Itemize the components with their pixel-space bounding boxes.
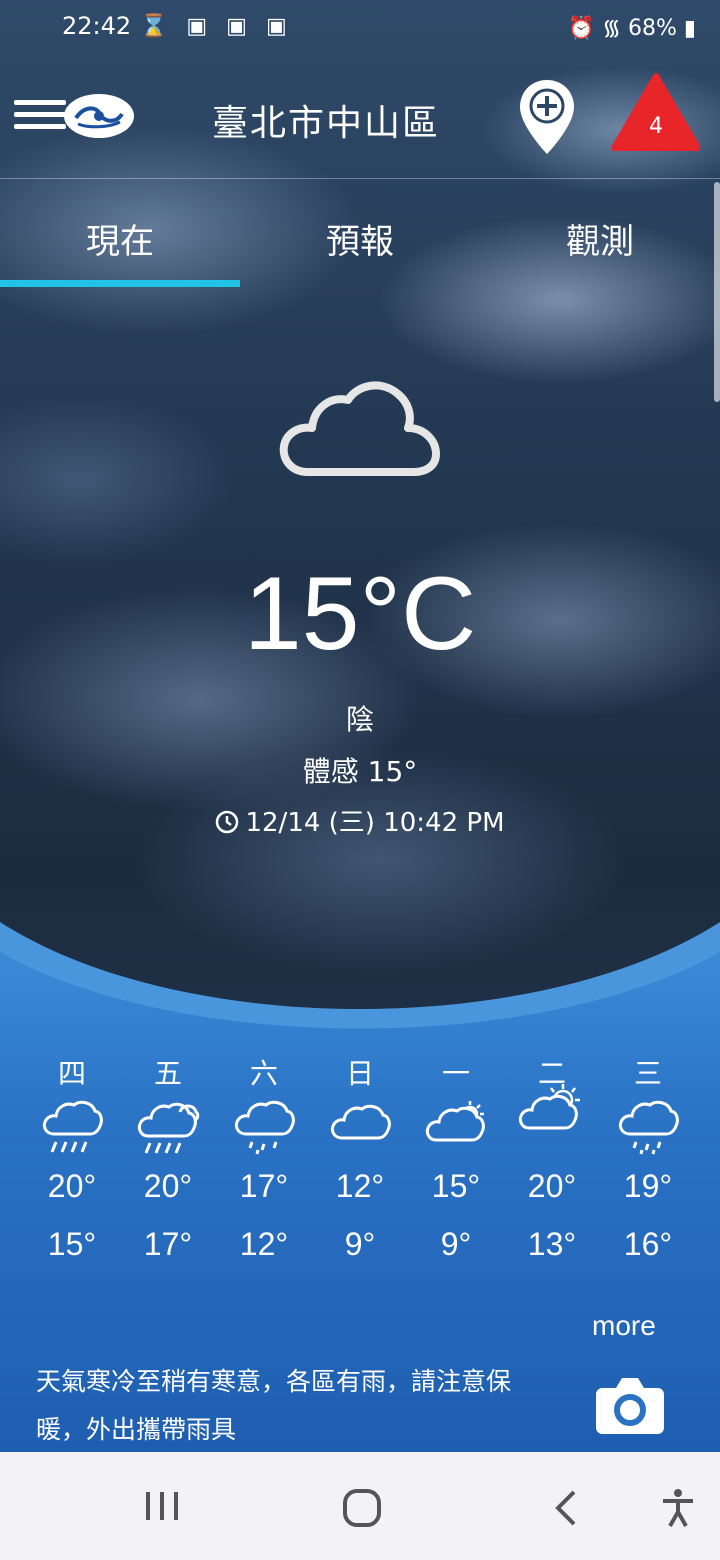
status-right-icons: ⏰ ᯾ 68% ▮ — [568, 12, 696, 42]
home-icon[interactable] — [342, 1488, 382, 1532]
status-time: 22:42 — [62, 12, 132, 40]
high-temp: 15° — [431, 1168, 481, 1204]
partly-sunny-icon — [504, 1084, 600, 1168]
day-name: 三 — [633, 1057, 662, 1090]
updated-time-text: 12/14 (三) 10:42 PM — [245, 808, 505, 838]
system-navigation-bar — [0, 1452, 720, 1560]
camera-icon[interactable] — [596, 1374, 664, 1434]
accessibility-icon[interactable] — [660, 1488, 696, 1532]
day-name: 日 — [345, 1057, 374, 1090]
more-link[interactable]: more — [592, 1310, 656, 1342]
cloud-icon — [312, 1098, 408, 1168]
status-notification-icons: ⌛ ▣ ▣ ▣ — [140, 14, 293, 39]
battery-label: 68% — [627, 16, 677, 41]
back-icon[interactable] — [550, 1488, 580, 1532]
light-rain-icon — [600, 1098, 696, 1168]
high-temp: 17° — [239, 1168, 289, 1204]
forecast-day[interactable]: 四 20° 15° — [24, 1052, 120, 1284]
alarm-icon: ⏰ — [567, 16, 596, 41]
low-temp: 15° — [47, 1226, 97, 1262]
recent-apps-icon[interactable] — [144, 1488, 180, 1528]
forecast-day[interactable]: 日 12° 9° — [312, 1052, 408, 1284]
low-temp: 12° — [239, 1226, 289, 1262]
rain-icon — [24, 1098, 120, 1168]
weather-summary: 天氣寒冷至稍有寒意，各區有雨，請注意保暖，外出攜帶雨具 — [36, 1367, 512, 1444]
battery-icon: ▮ — [683, 16, 696, 41]
light-rain-icon — [216, 1098, 312, 1168]
forecast-day[interactable]: 六 17° 12° — [216, 1052, 312, 1284]
app-header: 臺北市中山區 4 — [0, 56, 720, 179]
rain-cloud-icon — [120, 1098, 216, 1168]
tab-forecast[interactable]: 預報 — [240, 214, 480, 263]
forecast-day[interactable]: 一 15° 9° — [408, 1052, 504, 1284]
status-bar: 22:42 ⌛ ▣ ▣ ▣ ⏰ ᯾ 68% ▮ — [0, 0, 720, 56]
high-temp: 19° — [623, 1168, 673, 1204]
feels-like: 體感 15° — [302, 755, 418, 788]
day-name: 五 — [153, 1057, 182, 1090]
updated-time: 12/14 (三) 10:42 PM — [0, 802, 720, 841]
cwb-logo[interactable] — [64, 94, 134, 138]
high-temp: 20° — [47, 1168, 97, 1204]
high-temp: 20° — [143, 1168, 193, 1204]
current-temperature: 15°C — [243, 556, 477, 672]
low-temp: 9° — [344, 1226, 376, 1262]
add-location-icon[interactable] — [516, 76, 578, 158]
day-name: 一 — [441, 1057, 470, 1090]
low-temp: 17° — [143, 1226, 193, 1262]
menu-icon[interactable] — [14, 100, 66, 134]
high-temp: 12° — [335, 1168, 385, 1204]
forecast-day[interactable]: 三 19° 16° — [600, 1052, 696, 1284]
alert-badge[interactable]: 4 — [611, 72, 701, 152]
day-name: 六 — [249, 1057, 278, 1090]
tab-bar: 現在 預報 觀測 — [0, 180, 720, 290]
partly-cloudy-icon — [408, 1098, 504, 1168]
tab-observation[interactable]: 觀測 — [480, 214, 720, 263]
forecast-day[interactable]: 二 20° 13° — [504, 1052, 600, 1284]
location-title[interactable]: 臺北市中山區 — [212, 94, 440, 146]
low-temp: 16° — [623, 1226, 673, 1262]
forecast-day[interactable]: 五 20° 17° — [120, 1052, 216, 1284]
alert-count: 4 — [649, 114, 663, 139]
current-condition: 陰 — [345, 703, 374, 736]
high-temp: 20° — [527, 1168, 577, 1204]
day-name: 四 — [57, 1057, 86, 1090]
scrollbar[interactable] — [714, 182, 720, 402]
wifi-icon: ᯾ — [602, 16, 621, 41]
low-temp: 9° — [440, 1226, 472, 1262]
tab-now[interactable]: 現在 — [0, 214, 240, 287]
low-temp: 13° — [527, 1226, 577, 1262]
clock-icon — [215, 810, 239, 841]
cloud-icon — [278, 378, 442, 486]
